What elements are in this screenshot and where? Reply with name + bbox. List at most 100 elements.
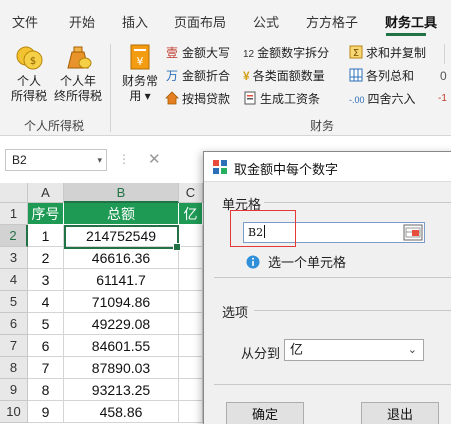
table-cell[interactable] — [179, 291, 203, 313]
row-header[interactable]: 10 — [0, 401, 28, 423]
table-cell[interactable] — [179, 357, 203, 379]
annotation-highlight-box — [230, 210, 296, 247]
denomination-count-button[interactable]: ¥ 各类面额数量 — [243, 66, 325, 86]
table-header-cell[interactable]: 亿 — [179, 203, 203, 225]
tab-fangfang[interactable]: 方方格子 — [306, 12, 358, 31]
payslip-icon — [244, 91, 256, 105]
table-cell[interactable]: 61141.7 — [64, 269, 179, 291]
table-cell[interactable]: 87890.03 — [64, 357, 179, 379]
sum-copy-button[interactable]: Σ 求和并复制 — [349, 43, 426, 63]
row-header[interactable]: 2 — [0, 225, 28, 247]
mortgage-label: 按揭贷款 — [182, 92, 231, 106]
table-cell[interactable] — [179, 225, 203, 247]
amount-convert-button[interactable]: 万金额折合 — [165, 66, 230, 86]
column-header-a[interactable]: A — [28, 183, 64, 203]
generate-payslip-button[interactable]: 生成工资条 — [243, 89, 320, 109]
finance-common-label-2: 用 ▾ — [129, 89, 151, 103]
table-cell[interactable]: 1 — [28, 225, 64, 247]
extract-digits-dialog: 取金额中每个数字 单元格 B2 选一个单元格 选项 从分到 亿 ⌄ 确定 退出 — [203, 151, 451, 424]
tab-page-layout[interactable]: 页面布局 — [174, 12, 226, 31]
amount-uppercase-button[interactable]: 壹金额大写 — [165, 43, 230, 63]
convert-amount-icon: 万 — [166, 69, 178, 82]
sum-copy-icon: Σ — [349, 45, 363, 59]
table-cell[interactable] — [179, 247, 203, 269]
year-end-tax-button[interactable]: 个人年 终所得税 — [52, 42, 104, 104]
round-half-even-button[interactable]: -.00 四舍六入 — [349, 89, 416, 109]
info-icon — [246, 255, 260, 269]
amount-uppercase-label: 金额大写 — [182, 46, 231, 60]
exit-button[interactable]: 退出 — [361, 402, 439, 424]
money-bag-icon — [67, 46, 92, 69]
table-header-cell[interactable]: 序号 — [28, 203, 64, 225]
tab-insert[interactable]: 插入 — [122, 12, 148, 31]
tab-file[interactable]: 文件 — [12, 12, 38, 31]
name-box[interactable]: B2 ▾ — [5, 149, 107, 171]
table-header-cell[interactable]: 总额 — [64, 203, 179, 225]
table-cell[interactable]: 8 — [28, 379, 64, 401]
formula-bar-separator: ⋮ — [118, 152, 130, 166]
table-cell[interactable]: 71094.86 — [64, 291, 179, 313]
app-grid-icon — [213, 160, 227, 174]
truncated-ribbon-item-1[interactable]: 0 — [440, 66, 447, 86]
table-cell[interactable]: 93213.25 — [64, 379, 179, 401]
row-header[interactable]: 3 — [0, 247, 28, 269]
personal-income-tax-label-2: 所得税 — [10, 89, 47, 103]
table-cell[interactable]: 3 — [28, 269, 64, 291]
row-header[interactable]: 5 — [0, 291, 28, 313]
table-cell[interactable]: 9 — [28, 401, 64, 423]
tab-formulas[interactable]: 公式 — [253, 12, 279, 31]
table-cell[interactable] — [179, 335, 203, 357]
row-header[interactable]: 4 — [0, 269, 28, 291]
ok-button[interactable]: 确定 — [226, 402, 304, 424]
split-unit-select[interactable]: 亿 ⌄ — [284, 339, 424, 361]
row-header[interactable]: 8 — [0, 357, 28, 379]
row-header[interactable]: 1 — [0, 203, 28, 225]
personal-income-tax-button[interactable]: $ 个人 所得税 — [8, 42, 50, 104]
table-cell[interactable]: 84601.55 — [64, 335, 179, 357]
table-cell[interactable]: 214752549 — [64, 225, 179, 247]
column-header-c[interactable]: C — [179, 183, 203, 203]
truncated-ribbon-item-2[interactable]: -1 — [438, 89, 447, 109]
table-cell[interactable] — [179, 269, 203, 291]
ribbon-tab-bar: 文件 开始 插入 页面布局 公式 方方格子 财务工具 — [0, 0, 451, 40]
column-header-b[interactable]: B — [64, 183, 179, 203]
cancel-icon[interactable]: ✕ — [148, 150, 161, 168]
table-cell[interactable]: 5 — [28, 313, 64, 335]
svg-text:Σ: Σ — [353, 48, 359, 59]
table-cell[interactable] — [179, 401, 203, 423]
range-picker-icon[interactable] — [403, 224, 423, 241]
finance-common-button[interactable]: ¥ 财务常 用 ▾ — [118, 42, 162, 104]
table-cell[interactable]: 6 — [28, 335, 64, 357]
column-totals-label: 各列总和 — [366, 69, 415, 83]
row-header[interactable]: 6 — [0, 313, 28, 335]
tab-home[interactable]: 开始 — [69, 12, 95, 31]
table-cell[interactable]: 2 — [28, 247, 64, 269]
tab-finance-tools[interactable]: 财务工具 — [385, 12, 437, 31]
column-grid-icon — [349, 68, 363, 82]
options-section-label: 选项 — [222, 305, 249, 320]
table-cell[interactable]: 49229.08 — [64, 313, 179, 335]
name-box-value: B2 — [12, 153, 27, 167]
ribbon-edge-separator — [444, 44, 445, 64]
select-all-corner[interactable] — [0, 183, 28, 203]
dialog-title-bar: 取金额中每个数字 — [204, 152, 451, 182]
column-totals-button[interactable]: 各列总和 — [349, 66, 414, 86]
table-cell[interactable]: 458.86 — [64, 401, 179, 423]
generate-payslip-label: 生成工资条 — [260, 92, 321, 106]
dialog-title: 取金额中每个数字 — [234, 162, 339, 177]
svg-text:$: $ — [30, 56, 36, 67]
section-divider — [214, 277, 451, 278]
amount-digit-split-button[interactable]: 12 金额数字拆分 — [243, 43, 329, 63]
row-header[interactable]: 7 — [0, 335, 28, 357]
button-area-divider — [214, 384, 451, 385]
mortgage-button[interactable]: 按揭贷款 — [165, 89, 230, 109]
table-cell[interactable]: 7 — [28, 357, 64, 379]
table-cell[interactable] — [179, 313, 203, 335]
table-cell[interactable]: 4 — [28, 291, 64, 313]
digit-split-icon: 12 — [243, 49, 255, 60]
table-cell[interactable]: 46616.36 — [64, 247, 179, 269]
svg-text:万: 万 — [166, 69, 178, 82]
table-cell[interactable] — [179, 379, 203, 401]
row-header[interactable]: 9 — [0, 379, 28, 401]
chevron-down-icon[interactable]: ▾ — [97, 150, 102, 170]
